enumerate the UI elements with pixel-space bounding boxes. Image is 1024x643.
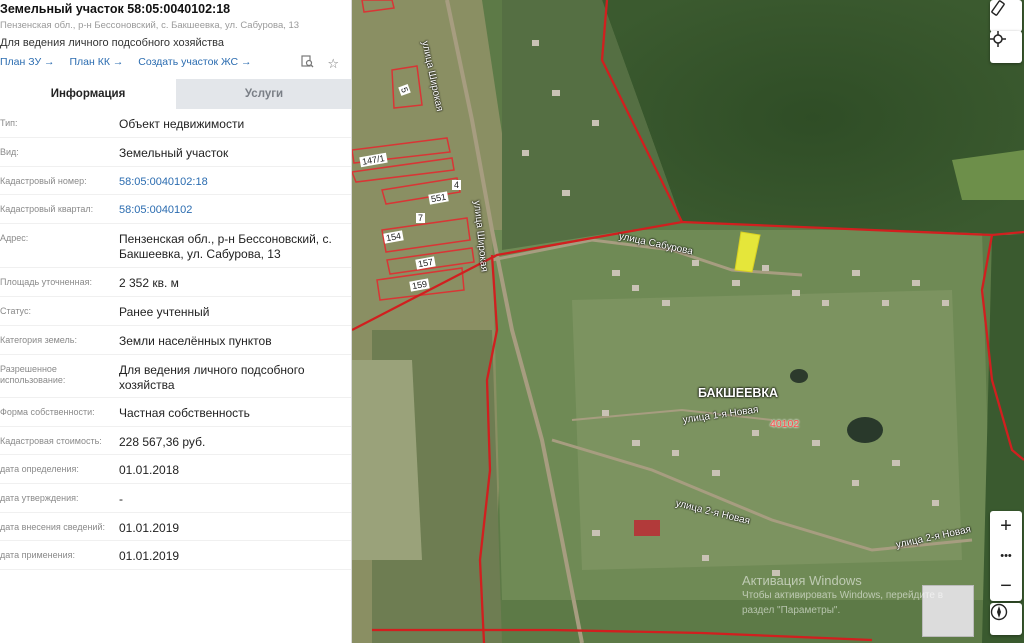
satellite-map[interactable] xyxy=(352,0,1024,643)
info-panel: Земельный участок 58:05:0040102:18 Пензе… xyxy=(0,0,352,643)
info-row: Кадастровая стоимость: 228 567,36 руб. xyxy=(0,427,351,455)
ruler-button[interactable] xyxy=(990,0,1022,32)
quarter-label: 40102 xyxy=(770,418,800,430)
info-row: дата утверждения: - xyxy=(0,484,351,513)
info-row-value: 01.01.2018 xyxy=(119,463,180,477)
info-row-value: Земельный участок xyxy=(119,146,229,160)
info-row: Форма собственности: Частная собственност… xyxy=(0,398,351,427)
info-row-value: Для ведения личного подсобного хозяйства xyxy=(119,363,305,392)
info-row-label: Категория земель: xyxy=(0,335,77,345)
village-label: БАКШЕЕВКА xyxy=(698,386,779,400)
map-view[interactable]: улица Широкая улица Сабурова улица 1-я Н… xyxy=(352,0,1024,643)
info-row-label: Разрешенное использование: xyxy=(0,364,66,385)
more-button[interactable]: ••• xyxy=(990,541,1022,571)
search-doc-icon[interactable] xyxy=(301,55,318,71)
info-row: Адрес: Пензенская обл., р-н Бессоновский,… xyxy=(0,224,351,268)
info-row: дата применения: 01.01.2019 xyxy=(0,541,351,570)
info-row: Площадь уточненная: 2 352 кв. м xyxy=(0,268,351,297)
info-row-link[interactable]: 58:05:0040102:18 xyxy=(119,175,344,190)
ruler-icon xyxy=(991,0,1005,16)
star-icon[interactable]: ☆ xyxy=(327,56,339,71)
info-row-value: Земли населённых пунктов xyxy=(119,334,272,348)
info-row-label: дата утверждения: xyxy=(0,493,79,503)
tab-bar: Информация Услуги xyxy=(0,79,351,109)
create-parcel-link[interactable]: Создать участок ЖС → xyxy=(138,56,251,68)
parcel-number: 7 xyxy=(416,213,426,223)
info-row-value: 228 567,36 руб. xyxy=(119,435,206,449)
info-row-label: Кадастровый квартал: xyxy=(0,204,94,214)
zoom-control: + ••• − xyxy=(990,511,1022,601)
info-row-value: 01.01.2019 xyxy=(119,521,180,535)
info-row: Вид: Земельный участок xyxy=(0,138,351,167)
info-row-label: Форма собственности: xyxy=(0,407,95,417)
info-row-label: Площадь уточненная: xyxy=(0,277,92,287)
parcel-address: Пензенская обл., р-н Бессоновский, с. Ба… xyxy=(0,20,300,31)
parcel-title: Земельный участок 58:05:0040102:18 xyxy=(0,2,231,16)
windows-activation-watermark: Активация Windows Чтобы активировать Win… xyxy=(742,573,944,616)
info-row-label: Кадастровая стоимость: xyxy=(0,436,102,446)
info-row-label: дата применения: xyxy=(0,550,76,560)
info-row: Кадастровый квартал: 58:05:0040102 xyxy=(0,195,351,224)
compass-button[interactable] xyxy=(990,603,1022,635)
plan-zu-link[interactable]: План ЗУ → xyxy=(0,56,55,68)
info-row-label: Тип: xyxy=(0,118,18,128)
locate-icon xyxy=(990,31,1006,47)
parcel-number: 4 xyxy=(452,180,462,190)
info-row: Категория земель: Земли населённых пункто… xyxy=(0,326,351,355)
zoom-in-button[interactable]: + xyxy=(990,511,1022,541)
info-row-value: Объект недвижимости xyxy=(119,117,245,131)
parcel-use: Для ведения личного подсобного хозяйства xyxy=(0,37,224,49)
info-row-value: 01.01.2019 xyxy=(119,549,180,563)
info-row: дата внесения сведений: 01.01.2019 xyxy=(0,513,351,541)
tab-info[interactable]: Информация xyxy=(0,79,176,109)
info-row: Тип: Объект недвижимости xyxy=(0,109,351,138)
info-row-label: дата внесения сведений: xyxy=(0,522,105,532)
info-row-value: - xyxy=(119,492,123,506)
info-row-label: Кадастровый номер: xyxy=(0,176,87,186)
info-row-label: дата определения: xyxy=(0,464,79,474)
info-row-label: Вид: xyxy=(0,147,19,157)
info-row: дата определения: 01.01.2018 xyxy=(0,455,351,484)
compass-icon xyxy=(990,603,1008,621)
info-row-label: Статус: xyxy=(0,306,31,316)
info-row-label: Адрес: xyxy=(0,233,29,243)
tab-services[interactable]: Услуги xyxy=(176,79,351,109)
info-row-link[interactable]: 58:05:0040102 xyxy=(119,203,344,218)
info-row-value: 2 352 кв. м xyxy=(119,276,179,290)
locate-button[interactable] xyxy=(990,31,1022,63)
zoom-out-button[interactable]: − xyxy=(990,571,1022,601)
header-icons: ☆ xyxy=(291,55,339,72)
plan-kk-link[interactable]: План КК → xyxy=(69,56,123,68)
info-row-value: Ранее учтенный xyxy=(119,305,210,319)
info-row-value: Частная собственность xyxy=(119,406,250,420)
info-row: Кадастровый номер: 58:05:0040102:18 xyxy=(0,167,351,195)
info-row: Разрешенное использование: Для ведения ли… xyxy=(0,355,351,398)
info-row: Статус: Ранее учтенный xyxy=(0,297,351,326)
info-row-value: Пензенская обл., р-н Бессоновский, с. Ба… xyxy=(119,232,332,261)
action-links: План ЗУ → План КК → Создать участок ЖС → xyxy=(0,56,264,68)
